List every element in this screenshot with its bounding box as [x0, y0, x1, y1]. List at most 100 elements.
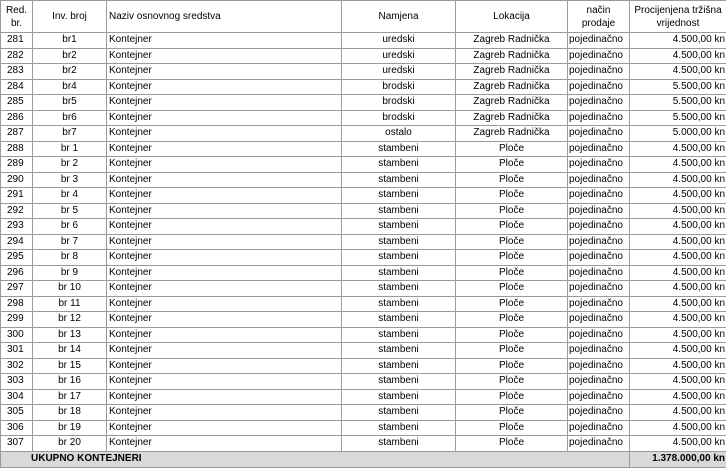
cell-red-br: 287 [0, 125, 33, 142]
cell-nacin-prodaje: pojedinačno [567, 233, 630, 250]
table-row: 282 br2 Kontejner uredski Zagreb Radnička poj… [0, 47, 726, 64]
cell-namjena: stambeni [341, 171, 456, 188]
cell-inv-broj: br 8 [32, 249, 107, 266]
cell-nacin-prodaje: pojedinačno [567, 78, 630, 95]
cell-lokacija: Ploče [455, 218, 568, 235]
cell-vrijednost: 4.500,00 kn [629, 156, 726, 173]
total-row: UKUPNO KONTEJNERI 1.378.000,00 kn [0, 450, 726, 468]
cell-inv-broj: br 18 [32, 404, 107, 421]
cell-namjena: stambeni [341, 264, 456, 281]
cell-naziv: Kontejner [106, 78, 342, 95]
cell-red-br: 298 [0, 295, 33, 312]
table-row: 283 br2 Kontejner uredski Zagreb Radnička poj… [0, 63, 726, 80]
cell-red-br: 293 [0, 218, 33, 235]
cell-naziv: Kontejner [106, 47, 342, 64]
cell-vrijednost: 5.500,00 kn [629, 109, 726, 126]
cell-lokacija: Ploče [455, 295, 568, 312]
cell-naziv: Kontejner [106, 171, 342, 188]
cell-inv-broj: br5 [32, 94, 107, 111]
cell-vrijednost: 4.500,00 kn [629, 249, 726, 266]
table-row: 297 br 10 Kontejner stambeni Ploče pojedinačn… [0, 280, 726, 297]
table-footer: UKUPNO KONTEJNERI 1.378.000,00 kn [0, 450, 726, 468]
cell-nacin-prodaje: pojedinačno [567, 171, 630, 188]
cell-nacin-prodaje: pojedinačno [567, 264, 630, 281]
cell-lokacija: Ploče [455, 249, 568, 266]
cell-red-br: 291 [0, 187, 33, 204]
cell-naziv: Kontejner [106, 311, 342, 328]
cell-naziv: Kontejner [106, 218, 342, 235]
cell-lokacija: Ploče [455, 202, 568, 219]
cell-naziv: Kontejner [106, 326, 342, 343]
cell-inv-broj: br 7 [32, 233, 107, 250]
total-value: 1.378.000,00 kn [629, 450, 726, 468]
table-row: 293 br 6 Kontejner stambeni Ploče pojedinačno… [0, 218, 726, 235]
cell-red-br: 290 [0, 171, 33, 188]
cell-vrijednost: 4.500,00 kn [629, 435, 726, 452]
cell-inv-broj: br 6 [32, 218, 107, 235]
cell-naziv: Kontejner [106, 109, 342, 126]
cell-vrijednost: 4.500,00 kn [629, 404, 726, 421]
cell-inv-broj: br 15 [32, 357, 107, 374]
cell-red-br: 296 [0, 264, 33, 281]
cell-naziv: Kontejner [106, 373, 342, 390]
cell-namjena: stambeni [341, 202, 456, 219]
cell-nacin-prodaje: pojedinačno [567, 295, 630, 312]
cell-inv-broj: br7 [32, 125, 107, 142]
cell-naziv: Kontejner [106, 357, 342, 374]
cell-naziv: Kontejner [106, 156, 342, 173]
cell-inv-broj: br 14 [32, 342, 107, 359]
cell-naziv: Kontejner [106, 187, 342, 204]
header-inv-broj: Inv. broj [32, 0, 107, 33]
table-row: 288 br 1 Kontejner stambeni Ploče pojedinačno… [0, 140, 726, 157]
cell-naziv: Kontejner [106, 32, 342, 49]
cell-inv-broj: br 10 [32, 280, 107, 297]
cell-naziv: Kontejner [106, 140, 342, 157]
cell-red-br: 282 [0, 47, 33, 64]
cell-namjena: uredski [341, 63, 456, 80]
cell-lokacija: Ploče [455, 404, 568, 421]
cell-nacin-prodaje: pojedinačno [567, 249, 630, 266]
cell-inv-broj: br 2 [32, 156, 107, 173]
cell-red-br: 302 [0, 357, 33, 374]
table-row: 306 br 19 Kontejner stambeni Ploče pojedinačn… [0, 419, 726, 436]
cell-nacin-prodaje: pojedinačno [567, 388, 630, 405]
cell-namjena: stambeni [341, 435, 456, 452]
table-row: 292 br 5 Kontejner stambeni Ploče pojedinačno… [0, 202, 726, 219]
cell-namjena: stambeni [341, 233, 456, 250]
cell-nacin-prodaje: pojedinačno [567, 326, 630, 343]
table-row: 307 br 20 Kontejner stambeni Ploče pojedinačn… [0, 435, 726, 452]
cell-inv-broj: br 9 [32, 264, 107, 281]
cell-vrijednost: 4.500,00 kn [629, 326, 726, 343]
cell-namjena: uredski [341, 32, 456, 49]
asset-table: Red. br. Inv. broj Naziv osnovnog sredst… [0, 0, 726, 468]
cell-namjena: stambeni [341, 187, 456, 204]
cell-vrijednost: 4.500,00 kn [629, 171, 726, 188]
cell-vrijednost: 4.500,00 kn [629, 187, 726, 204]
cell-namjena: stambeni [341, 419, 456, 436]
cell-lokacija: Ploče [455, 326, 568, 343]
cell-nacin-prodaje: pojedinačno [567, 435, 630, 452]
cell-namjena: stambeni [341, 295, 456, 312]
cell-naziv: Kontejner [106, 419, 342, 436]
table-row: 299 br 12 Kontejner stambeni Ploče pojedinačn… [0, 311, 726, 328]
header-namjena: Namjena [341, 0, 456, 33]
table-row: 286 br6 Kontejner brodski Zagreb Radnička poj… [0, 109, 726, 126]
cell-naziv: Kontejner [106, 63, 342, 80]
cell-red-br: 305 [0, 404, 33, 421]
cell-lokacija: Ploče [455, 419, 568, 436]
cell-lokacija: Ploče [455, 311, 568, 328]
header-nacin-prodaje: način prodaje [567, 0, 630, 33]
cell-vrijednost: 4.500,00 kn [629, 233, 726, 250]
cell-red-br: 299 [0, 311, 33, 328]
cell-naziv: Kontejner [106, 233, 342, 250]
cell-nacin-prodaje: pojedinačno [567, 280, 630, 297]
cell-namjena: brodski [341, 109, 456, 126]
cell-inv-broj: br6 [32, 109, 107, 126]
cell-red-br: 304 [0, 388, 33, 405]
cell-inv-broj: br 17 [32, 388, 107, 405]
cell-red-br: 294 [0, 233, 33, 250]
cell-vrijednost: 4.500,00 kn [629, 140, 726, 157]
cell-namjena: uredski [341, 47, 456, 64]
cell-red-br: 303 [0, 373, 33, 390]
cell-namjena: stambeni [341, 404, 456, 421]
